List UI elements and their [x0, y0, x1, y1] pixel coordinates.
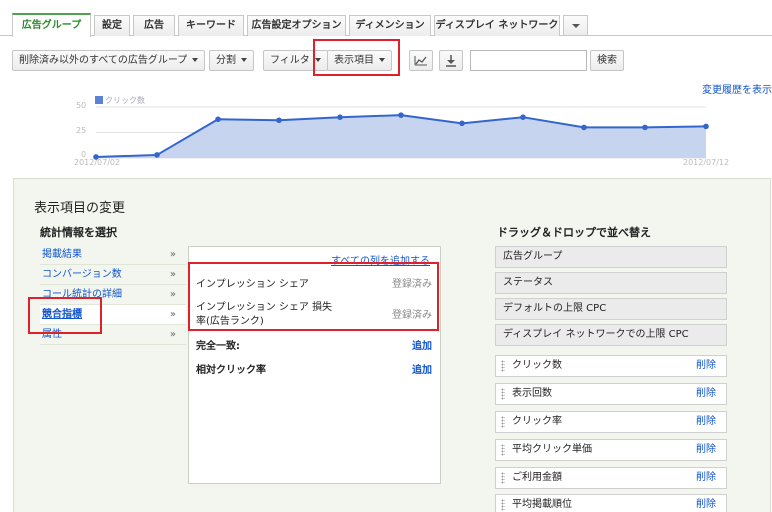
remove-column-link[interactable]: 削除 [696, 356, 716, 376]
fixed-column-item: ディスプレイ ネットワークでの上限 CPC [495, 324, 727, 346]
data-point[interactable] [642, 124, 648, 131]
metric-name: 完全一致: [196, 341, 240, 352]
drag-handle-icon[interactable] [501, 388, 505, 400]
search-button[interactable]: 検索 [590, 50, 624, 71]
download-icon [446, 55, 456, 67]
drag-handle-icon[interactable] [501, 416, 505, 428]
category-conversions[interactable]: コンバージョン数» [40, 265, 186, 285]
data-point[interactable] [93, 154, 99, 160]
more-tabs-button[interactable] [563, 15, 588, 36]
data-point[interactable] [520, 114, 526, 120]
fixed-column-item: ステータス [495, 272, 727, 294]
chevron-down-icon [241, 58, 247, 62]
chart-toggle-button[interactable] [409, 50, 433, 71]
drag-handle-icon[interactable] [501, 472, 505, 484]
double-chevron-right-icon: » [169, 249, 176, 260]
download-button[interactable] [439, 50, 463, 71]
double-chevron-right-icon: » [169, 329, 176, 340]
remove-column-link[interactable]: 削除 [696, 412, 716, 432]
movable-column-item[interactable]: クリック率 削除 [495, 411, 727, 433]
line-chart-icon [414, 56, 427, 66]
tab-ad-extensions[interactable]: 広告設定オプション [247, 15, 346, 36]
reorder-title: ドラッグ＆ドロップで並べ替え [497, 226, 651, 239]
select-stats-title: 統計情報を選択 [40, 226, 117, 239]
movable-column-item[interactable]: 平均クリック単価 削除 [495, 439, 727, 461]
double-chevron-right-icon: » [169, 269, 176, 280]
drag-handle-icon[interactable] [501, 499, 505, 511]
chevron-down-icon [192, 58, 199, 62]
highlight-box [188, 262, 439, 331]
chart-plot [93, 106, 709, 160]
tab-display-network[interactable]: ディスプレイ ネットワーク [434, 15, 560, 36]
fixed-column-item: デフォルトの上限 CPC [495, 298, 727, 320]
drag-handle-icon[interactable] [501, 360, 505, 372]
data-point[interactable] [581, 124, 587, 131]
movable-column-item[interactable]: 平均掲載順位 削除 [495, 494, 727, 512]
remove-column-link[interactable]: 削除 [696, 495, 716, 512]
category-performance[interactable]: 掲載結果» [40, 245, 186, 265]
tab-keywords[interactable]: キーワード [178, 15, 244, 36]
highlight-box [313, 39, 400, 76]
drag-handle-icon[interactable] [501, 444, 505, 456]
chevron-down-icon [572, 24, 580, 28]
tab-bar: 広告グループ 設定 広告 キーワード 広告設定オプション ディメンション ディス… [0, 0, 772, 37]
remove-column-link[interactable]: 削除 [696, 468, 716, 488]
performance-chart: クリック数 50 25 0 2012/07/02 2012/07/12 [0, 80, 772, 172]
data-point[interactable] [276, 117, 282, 124]
remove-column-link[interactable]: 削除 [696, 384, 716, 404]
highlight-box [28, 297, 102, 334]
data-point[interactable] [703, 123, 709, 130]
metric-name: 相対クリック率 [196, 365, 266, 376]
ad-group-filter-dropdown[interactable]: 削除済み以外のすべての広告グループ [12, 50, 206, 71]
tab-ads[interactable]: 広告 [133, 15, 175, 36]
movable-column-item[interactable]: クリック数 削除 [495, 355, 727, 377]
panel-title: 表示項目の変更 [34, 201, 126, 216]
double-chevron-right-icon: » [169, 289, 176, 300]
add-metric-link[interactable]: 追加 [412, 337, 432, 352]
movable-column-item[interactable]: 表示回数 削除 [495, 383, 727, 405]
tab-ad-groups[interactable]: 広告グループ [12, 13, 91, 37]
fixed-column-item: 広告グループ [495, 246, 727, 268]
data-point[interactable] [337, 114, 343, 120]
data-point[interactable] [398, 112, 404, 118]
search-input[interactable] [470, 50, 587, 71]
movable-column-item[interactable]: ご利用金額 削除 [495, 467, 727, 489]
tab-dimensions[interactable]: ディメンション [349, 15, 431, 36]
add-metric-link[interactable]: 追加 [412, 361, 432, 376]
segment-dropdown[interactable]: 分割 [209, 50, 254, 71]
tab-settings[interactable]: 設定 [94, 15, 130, 36]
double-chevron-right-icon: » [169, 309, 176, 320]
remove-column-link[interactable]: 削除 [696, 440, 716, 460]
data-point[interactable] [459, 120, 465, 127]
data-point[interactable] [154, 152, 160, 158]
data-point[interactable] [215, 116, 221, 123]
